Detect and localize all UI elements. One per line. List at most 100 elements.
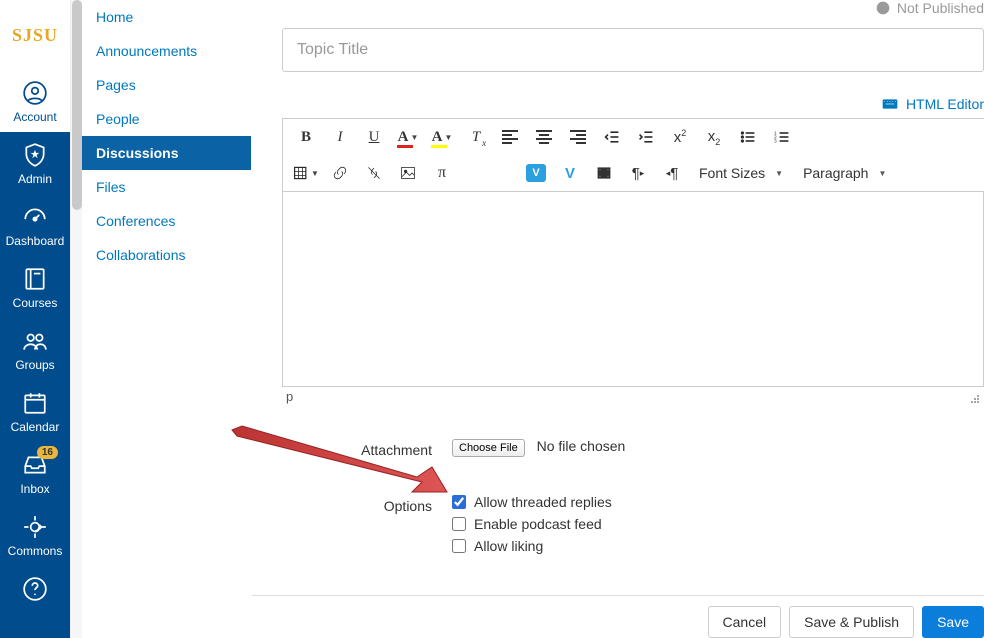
groups-icon [22,328,48,354]
save-publish-button[interactable]: Save & Publish [789,606,914,638]
threaded-replies-checkbox[interactable] [452,495,466,509]
global-nav-admin[interactable]: Admin [0,132,70,194]
choose-file-button[interactable]: Choose File [452,439,525,457]
font-size-select[interactable]: Font Sizes▼ [689,159,793,187]
ltr-button[interactable]: ¶▸ [621,159,655,187]
keyboard-icon [882,97,898,111]
book-icon [22,266,48,292]
publish-status-row: Not Published [282,0,984,16]
global-nav-calendar[interactable]: Calendar [0,380,70,442]
inbox-badge: 16 [37,446,58,459]
underline-button[interactable]: U [357,123,391,151]
rte-textarea[interactable] [282,191,984,387]
global-nav-inbox[interactable]: 16 Inbox [0,442,70,504]
film-icon [596,165,612,181]
outdent-icon [604,129,620,145]
media-button[interactable] [587,159,621,187]
course-nav-collaborations[interactable]: Collaborations [82,238,251,272]
video-vimeo-button[interactable]: V [519,159,553,187]
global-nav-label: Courses [13,296,58,310]
course-nav-people[interactable]: People [82,102,251,136]
svg-text:3: 3 [774,139,777,145]
course-nav-home[interactable]: Home [82,0,251,34]
main-content: Not Published HTML Editor B I U A▼ A▼ Tx… [252,0,984,638]
commons-icon [22,514,48,540]
global-nav-label: Admin [18,172,52,186]
footer-actions: Cancel Save & Publish Save [252,595,984,638]
paragraph-select[interactable]: Paragraph▼ [793,159,896,187]
course-nav-files[interactable]: Files [82,170,251,204]
topic-title-input[interactable] [282,28,984,72]
option-threaded-replies[interactable]: Allow threaded replies [452,494,612,510]
attachment-row: Attachment Choose File No file chosen [282,438,984,458]
global-nav-groups[interactable]: Groups [0,318,70,380]
unlink-icon [366,165,382,181]
save-button[interactable]: Save [922,606,984,638]
align-right-button[interactable] [561,123,595,151]
numbered-list-button[interactable]: 123 [765,123,799,151]
allow-liking-checkbox[interactable] [452,539,466,553]
global-nav-dashboard[interactable]: Dashboard [0,194,70,256]
cancel-button[interactable]: Cancel [708,606,782,638]
gauge-icon [22,204,48,230]
podcast-feed-checkbox[interactable] [452,517,466,531]
image-button[interactable] [391,159,425,187]
options-row: Options Allow threaded replies Enable po… [282,494,984,554]
scroll-thumb[interactable] [72,0,82,210]
bold-button[interactable]: B [289,123,323,151]
rte-status-bar: p [282,387,984,408]
global-nav-label: Groups [15,358,54,372]
superscript-button[interactable]: x2 [663,123,697,151]
global-nav: SJSU Account Admin Dashboard Courses Gro… [0,0,70,638]
ul-icon [740,129,756,145]
bulleted-list-button[interactable] [731,123,765,151]
outdent-button[interactable] [595,123,629,151]
calendar-icon [22,390,48,416]
course-nav-announcements[interactable]: Announcements [82,34,251,68]
logo-text: SJSU [12,25,58,46]
rte-toolbar: B I U A▼ A▼ Tx x2 x2 123 ▼ π V V ¶▸ [282,118,984,191]
course-nav-pages[interactable]: Pages [82,68,251,102]
global-nav-label: Inbox [20,482,49,496]
html-editor-link[interactable]: HTML Editor [906,96,984,112]
html-editor-row: HTML Editor [282,96,984,112]
table-button[interactable]: ▼ [289,159,323,187]
link-icon [332,165,348,181]
subscript-button[interactable]: x2 [697,123,731,151]
highlight-color-button[interactable]: A▼ [425,123,459,151]
equation-button[interactable]: π [425,159,459,187]
align-left-button[interactable] [493,123,527,151]
italic-button[interactable]: I [323,123,357,151]
global-nav-account[interactable]: Account [0,70,70,132]
help-icon [22,576,48,602]
global-nav-label: Account [13,110,56,124]
global-nav-label: Calendar [11,420,60,434]
global-nav-commons[interactable]: Commons [0,504,70,566]
unlink-button[interactable] [357,159,391,187]
global-nav-label: Dashboard [6,234,65,248]
text-color-button[interactable]: A▼ [391,123,425,151]
clear-formatting-button[interactable]: Tx [459,123,493,151]
rtl-button[interactable]: ◂¶ [655,159,689,187]
option-podcast-feed[interactable]: Enable podcast feed [452,516,612,532]
unpublished-icon [875,0,891,16]
video-v-button[interactable]: V [553,159,587,187]
resize-grip[interactable] [970,392,980,402]
shield-icon [22,142,48,168]
course-nav-conferences[interactable]: Conferences [82,204,251,238]
table-icon [293,165,309,181]
option-allow-liking[interactable]: Allow liking [452,538,612,554]
global-nav-help[interactable] [0,566,70,610]
course-nav: Home Announcements Pages People Discussi… [82,0,252,638]
link-button[interactable] [323,159,357,187]
align-center-button[interactable] [527,123,561,151]
indent-button[interactable] [629,123,663,151]
rte-path[interactable]: p [286,389,293,404]
ol-icon: 123 [774,129,790,145]
scroll-track[interactable] [70,0,82,638]
global-nav-courses[interactable]: Courses [0,256,70,318]
course-nav-discussions[interactable]: Discussions [82,136,251,170]
no-file-text: No file chosen [537,438,626,454]
image-icon [400,165,416,181]
institution-logo[interactable]: SJSU [0,0,70,70]
